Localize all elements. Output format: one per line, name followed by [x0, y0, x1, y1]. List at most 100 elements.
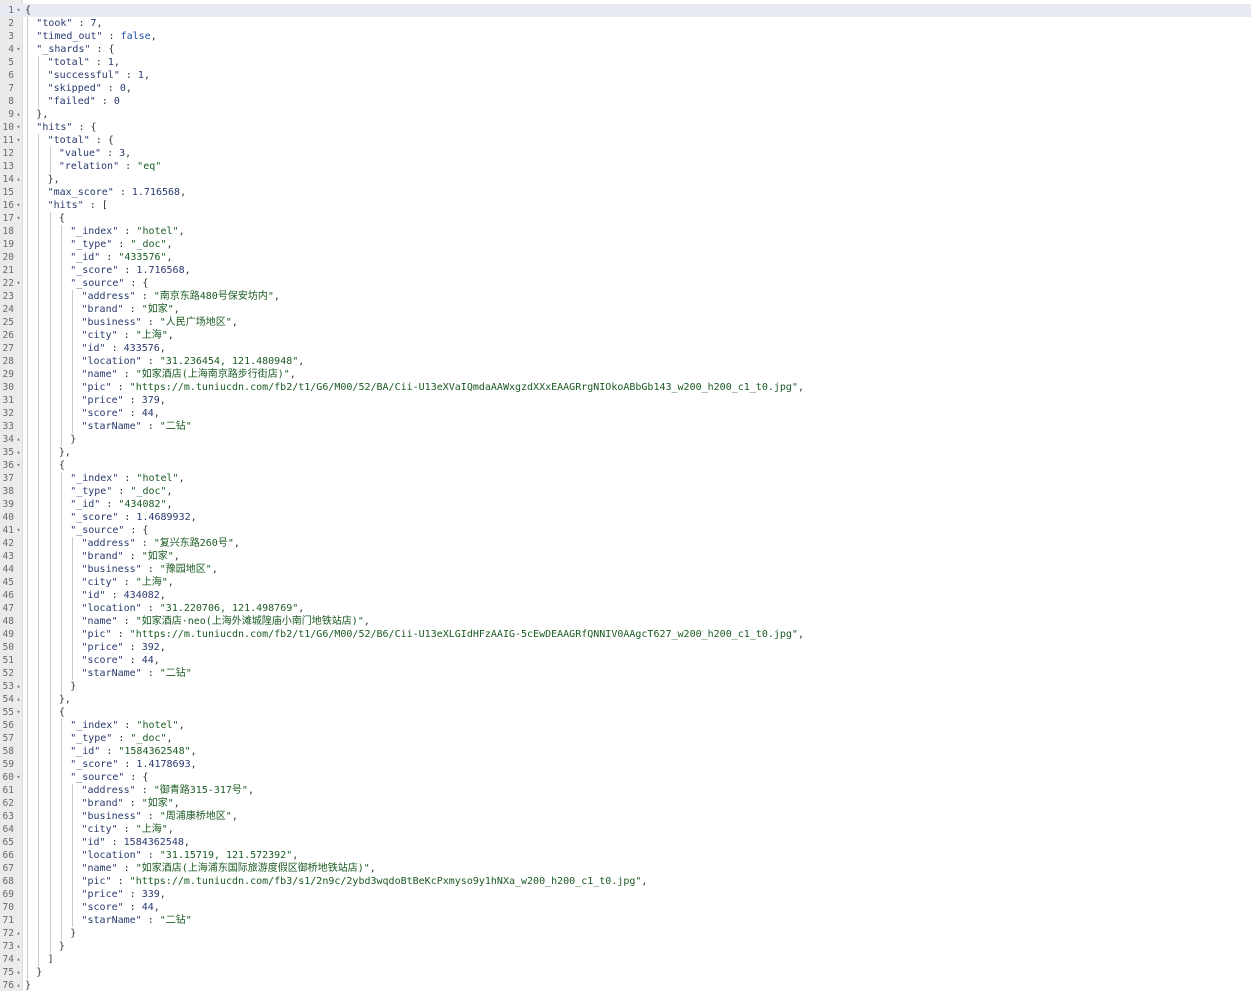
indent-guide [60, 238, 62, 251]
indent-guide [60, 849, 62, 862]
indent-guide [49, 446, 51, 459]
line-number: 44 [2, 564, 14, 575]
indent-guide [38, 615, 40, 628]
indent-guide [49, 368, 51, 381]
fold-close-icon[interactable]: ▴ [15, 966, 22, 979]
indent-guide [38, 225, 40, 238]
indent-guide [49, 342, 51, 355]
indent-guide [27, 433, 28, 446]
indent-guide [60, 758, 62, 771]
json-token: "御青路315-317号" [153, 785, 248, 796]
fold-open-icon[interactable]: ▾ [15, 4, 22, 17]
fold-close-icon[interactable]: ▴ [15, 940, 22, 953]
json-token: , [247, 785, 254, 796]
json-token: : [135, 538, 154, 549]
indent-guide [60, 784, 62, 797]
indent-guide [38, 95, 40, 108]
fold-close-icon[interactable]: ▴ [15, 927, 22, 940]
indent-guide [60, 719, 62, 732]
indent-guide [72, 862, 74, 875]
fold-open-icon[interactable]: ▾ [15, 706, 22, 719]
fold-close-icon[interactable]: ▴ [15, 173, 22, 186]
line-number: 71 [2, 915, 14, 926]
indent-guide [60, 355, 62, 368]
line-number: 32 [2, 408, 14, 419]
line-number: 47 [2, 603, 14, 614]
json-token: "_type" [70, 486, 113, 497]
code-text: "id" : 434082, [82, 589, 166, 602]
json-token: "pic" [81, 876, 112, 887]
fold-close-icon[interactable]: ▴ [15, 953, 22, 966]
json-token: : [112, 733, 131, 744]
json-token: , [159, 395, 166, 406]
json-token: }, [58, 447, 71, 458]
json-token: "business" [81, 317, 142, 328]
code-line: 16 ▾ "hits" : [ [0, 199, 1251, 212]
line-number: 37 [2, 473, 14, 484]
indent-guide [38, 329, 40, 342]
code-text: "name" : "如家酒店(上海南京路步行街店)", [82, 368, 296, 381]
indent-guide [49, 615, 51, 628]
json-token: "pic" [81, 382, 112, 393]
fold-close-icon[interactable]: ▴ [15, 979, 22, 991]
indent-guide [60, 589, 62, 602]
json-token: : [95, 96, 114, 107]
indent-guide [27, 485, 28, 498]
indent-guide [27, 745, 28, 758]
line-number: 3 [8, 31, 14, 42]
fold-open-icon[interactable]: ▾ [15, 459, 22, 472]
json-token: , [797, 629, 804, 640]
code-line: 48 "name" : "如家酒店·neo(上海外滩城隍庙小南门地铁站店)", [0, 615, 1251, 628]
json-token: : [100, 499, 119, 510]
fold-close-icon[interactable]: ▴ [15, 446, 22, 459]
code-line: 23 "address" : "南京东路480号保安坊内", [0, 290, 1251, 303]
indent-guide [38, 472, 40, 485]
json-token: , [273, 291, 280, 302]
fold-close-icon[interactable]: ▴ [15, 433, 22, 446]
indent-guide [38, 784, 40, 797]
code-line: 72 ▴} [0, 927, 1251, 940]
code-line: 66 "location" : "31.15719, 121.572392", [0, 849, 1251, 862]
indent-guide [27, 238, 28, 251]
line-number: 30 [2, 382, 14, 393]
indent-guide [38, 186, 40, 199]
indent-guide [49, 784, 51, 797]
fold-open-icon[interactable]: ▾ [15, 199, 22, 212]
fold-open-icon[interactable]: ▾ [15, 771, 22, 784]
fold-open-icon[interactable]: ▾ [15, 43, 22, 56]
fold-close-icon[interactable]: ▴ [15, 693, 22, 706]
fold-open-icon[interactable]: ▾ [15, 277, 22, 290]
indent-guide [60, 602, 62, 615]
fold-close-icon[interactable]: ▴ [15, 680, 22, 693]
json-token: "business" [81, 564, 142, 575]
indent-guide [27, 654, 28, 667]
json-token: { [58, 707, 65, 718]
json-token: "price" [81, 395, 124, 406]
indent-guide [38, 953, 40, 966]
fold-open-icon[interactable]: ▾ [15, 212, 22, 225]
json-token: "二钻" [159, 668, 192, 679]
indent-guide [27, 121, 28, 134]
json-response-editor[interactable]: 1 ▾{2 "took" : 7, 3 "timed_out" : false, 4 ▾ "_… [0, 0, 1251, 991]
json-token: "starName" [81, 915, 142, 926]
indent-guide [72, 914, 74, 927]
indent-guide [38, 862, 40, 875]
indent-guide [38, 433, 40, 446]
indent-guide [38, 290, 40, 303]
indent-guide [27, 368, 28, 381]
indent-guide [38, 238, 40, 251]
code-text: "value" : 3, [59, 147, 131, 160]
code-line: 37 "_index" : "hotel", [0, 472, 1251, 485]
code-line: 67 "name" : "如家酒店(上海浦东国际旅游度假区御桥地铁站店)", [0, 862, 1251, 875]
json-token: "_source" [70, 525, 125, 536]
fold-open-icon[interactable]: ▾ [15, 524, 22, 537]
indent-guide [60, 563, 62, 576]
indent-guide [49, 745, 51, 758]
json-token: , [298, 603, 305, 614]
json-token: "豫园地区" [159, 564, 212, 575]
indent-guide [27, 810, 28, 823]
fold-close-icon[interactable]: ▴ [15, 108, 22, 121]
indent-guide [38, 303, 40, 316]
fold-open-icon[interactable]: ▾ [15, 121, 22, 134]
fold-open-icon[interactable]: ▾ [15, 134, 22, 147]
